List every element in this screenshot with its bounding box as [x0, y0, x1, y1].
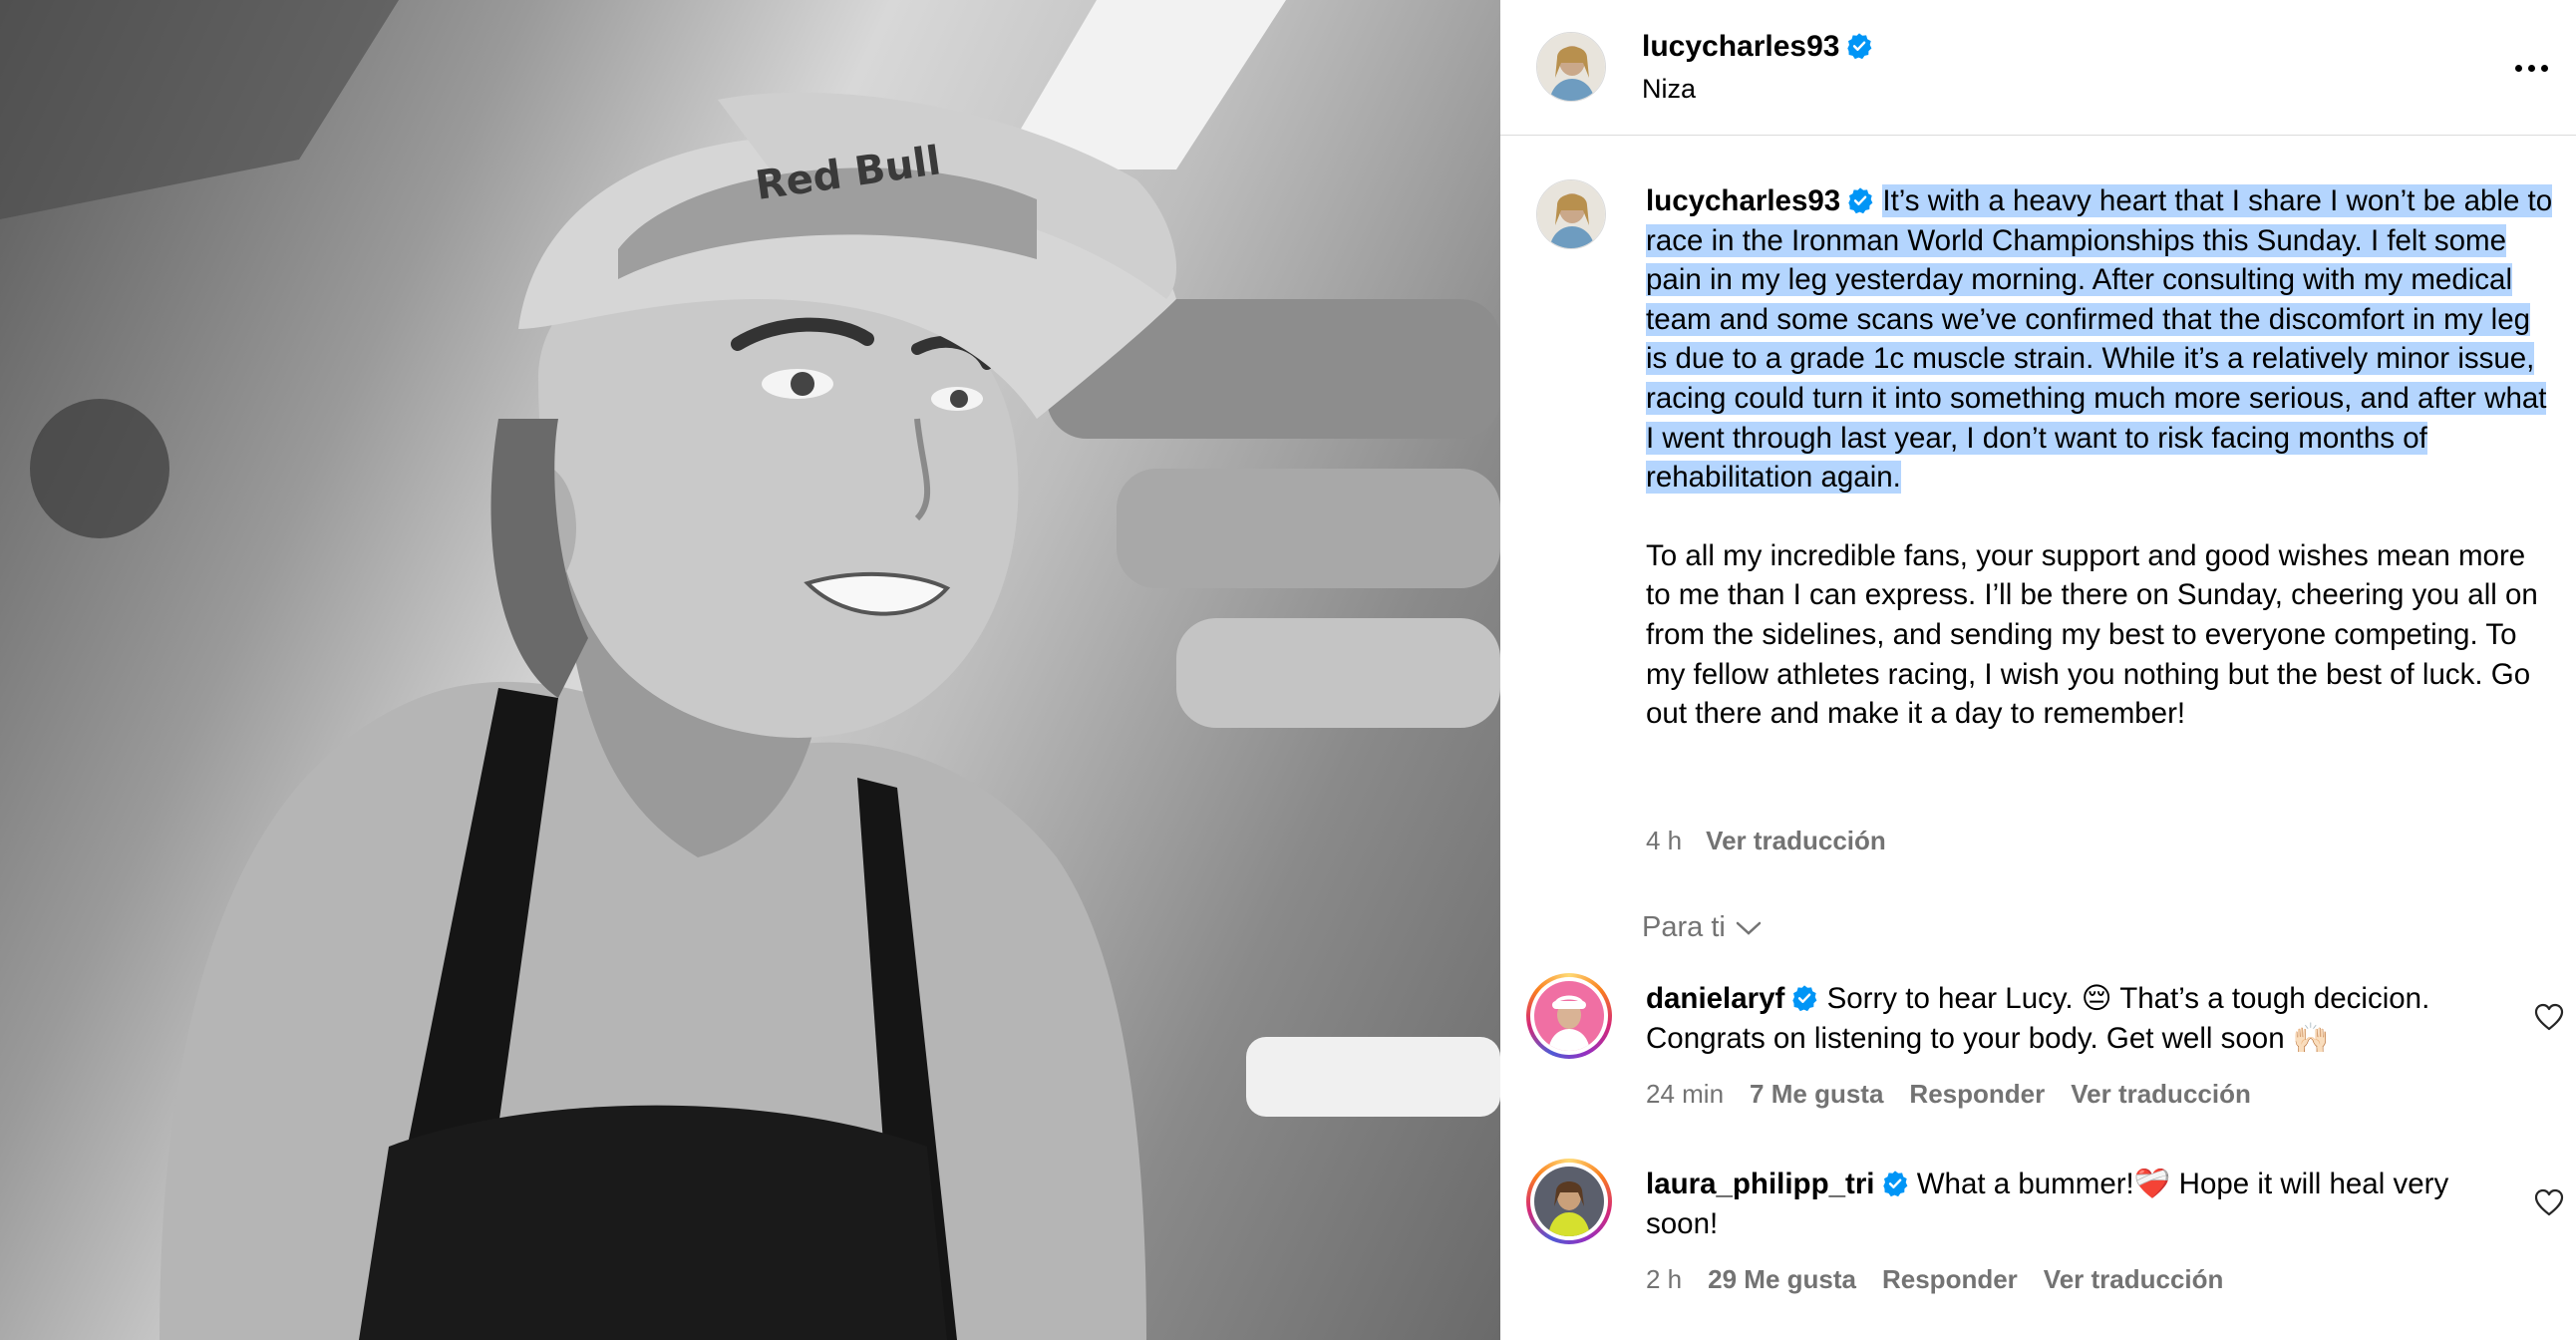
comment-meta: 24 min 7 Me gusta Responder Ver traducci…: [1646, 1079, 2251, 1110]
post-photo[interactable]: Red Bull: [0, 0, 1500, 1340]
comment-text: laura_philipp_tri What a bummer!❤️‍🩹 Hop…: [1646, 1165, 2503, 1244]
more-options-icon[interactable]: [2506, 50, 2556, 86]
comment-sort-label: Para ti: [1642, 911, 1726, 943]
verified-badge-icon: [1882, 1171, 1907, 1197]
author-username-text[interactable]: lucycharles93: [1642, 30, 1839, 63]
comment-translate-link[interactable]: Ver traducción: [2071, 1079, 2251, 1110]
caption-username[interactable]: lucycharles93: [1646, 184, 1840, 217]
verified-badge-icon: [1848, 187, 1873, 214]
caption-author-avatar[interactable]: [1536, 179, 1606, 249]
commenter-avatar: [1534, 981, 1604, 1051]
comment-likes[interactable]: 7 Me gusta: [1750, 1079, 1883, 1110]
caption-time[interactable]: 4 h: [1646, 826, 1682, 855]
reply-button[interactable]: Responder: [1909, 1079, 2045, 1110]
commenter-avatar-ring[interactable]: [1526, 973, 1612, 1059]
author-username[interactable]: lucycharles93: [1642, 30, 1873, 64]
heart-icon[interactable]: [2534, 1003, 2564, 1031]
post-header: lucycharles93 Niza: [1500, 0, 2576, 136]
comment-username[interactable]: laura_philipp_tri: [1646, 1168, 1875, 1200]
caption-meta: 4 h Ver traducción: [1646, 826, 1886, 856]
post-photo-illustration: Red Bull: [0, 0, 1500, 1340]
chevron-down-icon: [1736, 921, 1762, 935]
comment-meta: 2 h 29 Me gusta Responder Ver traducción: [1646, 1264, 2223, 1295]
commenter-avatar: [1534, 1167, 1604, 1236]
comment-likes[interactable]: 29 Me gusta: [1708, 1264, 1856, 1295]
verified-badge-icon: [1847, 33, 1872, 60]
comment-time[interactable]: 24 min: [1646, 1079, 1724, 1110]
comment-text: danielaryf Sorry to hear Lucy. 😔 That’s …: [1646, 979, 2503, 1059]
caption-paragraph-1: It’s with a heavy heart that I share I w…: [1646, 184, 2553, 495]
caption-translate-link[interactable]: Ver traducción: [1706, 826, 1886, 855]
caption-paragraph-2: To all my incredible fans, your support …: [1646, 538, 2538, 731]
reply-button[interactable]: Responder: [1882, 1264, 2018, 1295]
post-sidebar: lucycharles93 Niza lucycharles93 It’s wi…: [1500, 0, 2576, 1340]
post-location[interactable]: Niza: [1642, 74, 1696, 105]
commenter-avatar-ring[interactable]: [1526, 1159, 1612, 1244]
comment-username[interactable]: danielaryf: [1646, 982, 1784, 1015]
comment-sort-dropdown[interactable]: Para ti: [1642, 911, 1762, 944]
comment-translate-link[interactable]: Ver traducción: [2044, 1264, 2224, 1295]
author-avatar[interactable]: [1536, 32, 1606, 102]
verified-badge-icon: [1792, 985, 1817, 1012]
comment-time[interactable]: 2 h: [1646, 1264, 1682, 1295]
heart-icon[interactable]: [2534, 1188, 2564, 1216]
caption-text: lucycharles93 It’s with a heavy heart th…: [1646, 181, 2553, 734]
